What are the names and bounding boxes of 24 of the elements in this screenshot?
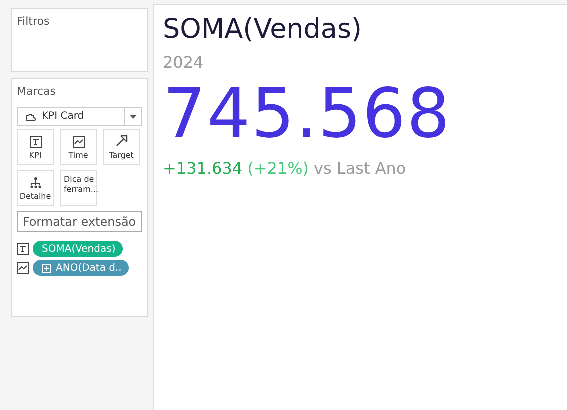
- mark-property-button[interactable]: Detalhe: [17, 170, 54, 206]
- mark-property-button[interactable]: Time: [60, 129, 97, 165]
- text-icon: [17, 243, 29, 255]
- format-extension-button[interactable]: Formatar extensão: [17, 211, 142, 232]
- kpi-percent-change: (+21%): [248, 158, 310, 178]
- line-chart-icon: [72, 136, 84, 148]
- kpi-comparison-label: vs Last Ano: [314, 158, 406, 178]
- hierarchy-icon: [30, 177, 42, 190]
- kpi-value: 745.568: [163, 80, 452, 149]
- puzzle-icon: [26, 111, 37, 122]
- mark-property-button[interactable]: Target: [103, 129, 140, 165]
- mark-property-button[interactable]: Dica de ferram...: [60, 170, 97, 206]
- mark-property-button[interactable]: KPI: [17, 129, 54, 165]
- expand-icon: [42, 264, 51, 272]
- filters-title: Filtros: [17, 15, 51, 28]
- arrow-icon: [114, 134, 128, 148]
- kpi-delta: +131.634: [163, 158, 243, 178]
- mark-type-dropdown[interactable]: KPI Card: [17, 107, 142, 126]
- line-chart-icon: [17, 262, 29, 274]
- kpi-title: SOMA(Vendas): [163, 15, 364, 45]
- marks-title: Marcas: [17, 85, 58, 98]
- kpi-period: 2024: [163, 52, 205, 72]
- caret-icon: [130, 114, 136, 118]
- text-icon: [30, 136, 42, 148]
